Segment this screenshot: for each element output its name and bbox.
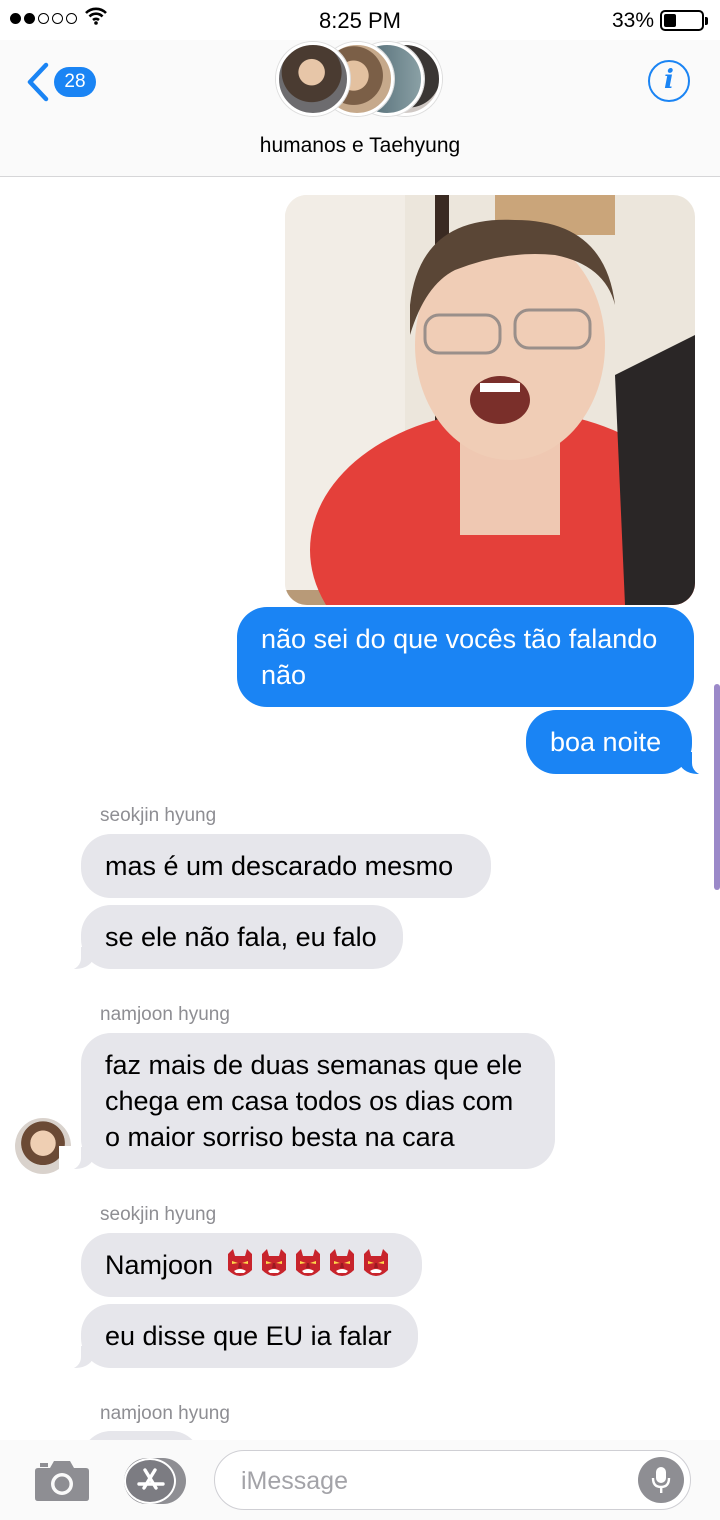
goblin-mask-emoji	[227, 1249, 252, 1276]
message-text: Namjoon	[105, 1250, 214, 1280]
incoming-message[interactable]: se ele não fala, eu falo	[59, 905, 403, 970]
sender-name: namjoon hyung	[100, 1403, 230, 1424]
photo-attachment[interactable]	[285, 195, 695, 605]
sender-name: seokjin hyung	[100, 1204, 217, 1225]
app-store-icon[interactable]	[124, 1458, 186, 1504]
microphone-glyph	[651, 1467, 671, 1493]
status-bar: 8:25 PM 33%	[0, 0, 720, 40]
battery-percentage: 33%	[611, 9, 654, 32]
incoming-message[interactable]: faz mais de duas semanas que ele chega e…	[59, 1033, 555, 1170]
message-thread[interactable]: não sei do que vocês tão falando não boa…	[0, 178, 720, 1440]
goblin-mask-emoji	[295, 1249, 320, 1276]
chevron-left-icon	[27, 62, 49, 102]
outgoing-message[interactable]: boa noite	[526, 710, 714, 775]
avatar	[276, 42, 350, 116]
unread-count-badge: 28	[54, 67, 96, 97]
back-button[interactable]: 28	[26, 62, 96, 102]
outgoing-message[interactable]: não sei do que vocês tão falando não	[237, 607, 694, 707]
sender-name: seokjin hyung	[100, 805, 217, 826]
message-input-bar	[0, 1440, 720, 1520]
group-avatars[interactable]	[276, 42, 446, 122]
incoming-message[interactable]: Namjoon	[81, 1233, 422, 1297]
info-icon[interactable]: i	[648, 60, 690, 102]
camera-icon[interactable]	[34, 1456, 90, 1502]
battery-icon	[660, 10, 708, 31]
incoming-message[interactable]	[81, 1431, 201, 1440]
conversation-header: 28 humanos e Taehyung i	[0, 40, 720, 177]
conversation-title[interactable]: humanos e Taehyung	[0, 134, 720, 158]
photo-image	[285, 195, 695, 605]
incoming-message[interactable]: mas é um descarado mesmo	[81, 834, 491, 898]
microphone-icon[interactable]	[638, 1457, 684, 1503]
emoji-row	[221, 1249, 391, 1280]
app-store-glyph	[137, 1468, 165, 1490]
goblin-mask-emoji	[261, 1249, 286, 1276]
goblin-mask-emoji	[329, 1249, 354, 1276]
goblin-mask-emoji	[363, 1249, 388, 1276]
incoming-message[interactable]: eu disse que EU ia falar	[59, 1304, 418, 1369]
message-input[interactable]	[241, 1463, 621, 1499]
scrollbar[interactable]	[714, 684, 720, 890]
sender-name: namjoon hyung	[100, 1004, 230, 1025]
message-field[interactable]	[214, 1450, 691, 1510]
